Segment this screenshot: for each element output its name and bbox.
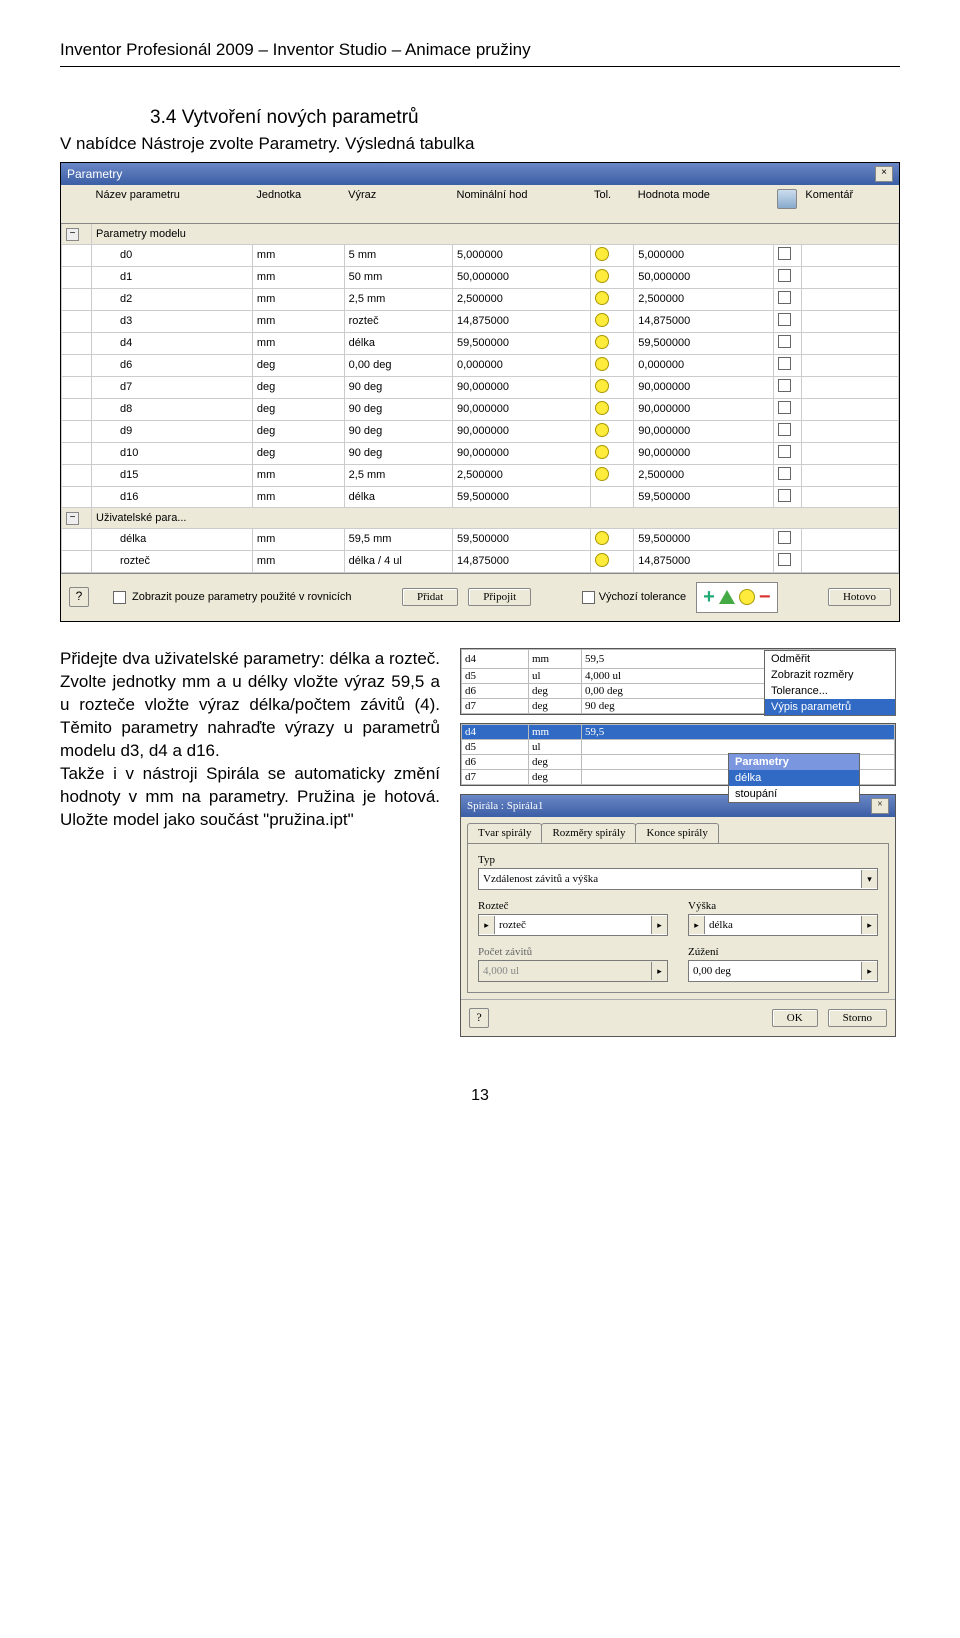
- taper-label: Zúžení: [688, 946, 878, 958]
- menu-item[interactable]: Odměřit: [765, 651, 895, 667]
- col-tol[interactable]: Tol.: [590, 185, 634, 224]
- parameters-submenu: Parametrydélkastoupání: [728, 753, 860, 803]
- table-row[interactable]: d1mm50 mm50,00000050,000000: [62, 266, 899, 288]
- turns-value: [479, 965, 651, 977]
- menu-item[interactable]: délka: [729, 770, 859, 786]
- chevron-down-icon[interactable]: ▾: [861, 870, 877, 888]
- spiral-title: Spirála : Spirála1: [467, 800, 543, 812]
- arrow-icon[interactable]: ▸: [689, 916, 705, 934]
- tab[interactable]: Konce spirály: [635, 823, 718, 843]
- table-row[interactable]: d8deg90 deg90,00000090,000000: [62, 398, 899, 420]
- page-number: 13: [60, 1087, 900, 1105]
- height-combo[interactable]: ▸ ▸: [688, 914, 878, 936]
- parameters-table: Název parametru Jednotka Výraz Nominální…: [61, 185, 899, 573]
- plus-icon[interactable]: +: [703, 586, 715, 609]
- pitch-value[interactable]: [495, 919, 651, 931]
- pitch-label: Rozteč: [478, 900, 668, 912]
- col-model[interactable]: Hodnota mode: [634, 185, 774, 224]
- spiral-tabs: Tvar spirályRozměry spirályKonce spirály: [461, 817, 895, 843]
- minus-icon[interactable]: −: [759, 586, 771, 609]
- table-row[interactable]: d0mm5 mm5,0000005,000000: [62, 244, 899, 266]
- close-icon[interactable]: ×: [871, 798, 889, 814]
- table-row[interactable]: d4mmdélka59,50000059,500000: [62, 332, 899, 354]
- menu-item[interactable]: Zobrazit rozměry: [765, 667, 895, 683]
- table-row[interactable]: d2mm2,5 mm2,5000002,500000: [62, 288, 899, 310]
- table-row[interactable]: roztečmmdélka / 4 ul14,87500014,875000: [62, 550, 899, 572]
- turns-label: Počet závitů: [478, 946, 668, 958]
- arrow-icon[interactable]: ▸: [861, 916, 877, 934]
- type-label: Typ: [478, 854, 878, 866]
- col-comment[interactable]: Komentář: [801, 185, 898, 224]
- help-icon[interactable]: ?: [469, 1008, 489, 1028]
- cancel-button[interactable]: Storno: [828, 1009, 887, 1027]
- table-row[interactable]: d6deg0,00 deg0,0000000,000000: [62, 354, 899, 376]
- tab[interactable]: Tvar spirály: [467, 823, 542, 843]
- table-row[interactable]: délkamm59,5 mm59,50000059,500000: [62, 528, 899, 550]
- turns-combo: ▸: [478, 960, 668, 982]
- table-row[interactable]: d10deg90 deg90,00000090,000000: [62, 442, 899, 464]
- arrow-icon[interactable]: ▸: [479, 916, 495, 934]
- table-row[interactable]: d3mmrozteč14,87500014,875000: [62, 310, 899, 332]
- height-value[interactable]: [705, 919, 861, 931]
- table-row[interactable]: d9deg90 deg90,00000090,000000: [62, 420, 899, 442]
- dialog-titlebar: Parametry ×: [61, 163, 899, 185]
- taper-value[interactable]: [689, 965, 861, 977]
- show-used-checkbox[interactable]: Zobrazit pouze parametry použité v rovni…: [113, 591, 352, 604]
- attach-button[interactable]: Připojit: [468, 588, 531, 606]
- close-icon[interactable]: ×: [875, 166, 893, 182]
- arrow-icon: ▸: [651, 962, 667, 980]
- submenu-title: Parametry: [729, 754, 859, 770]
- type-value[interactable]: [479, 873, 861, 885]
- spiral-dialog: Spirála : Spirála1 × Tvar spirályRozměry…: [460, 794, 896, 1037]
- table-section-row[interactable]: −Parametry modelu: [62, 223, 899, 244]
- context-menu: OdměřitZobrazit rozměryTolerance...Výpis…: [764, 650, 896, 716]
- page-header: Inventor Profesionál 2009 – Inventor Stu…: [60, 40, 900, 67]
- height-label: Výška: [688, 900, 878, 912]
- ok-button[interactable]: OK: [772, 1009, 818, 1027]
- menu-item[interactable]: Výpis parametrů: [765, 699, 895, 715]
- arrow-icon[interactable]: ▸: [861, 962, 877, 980]
- col-unit[interactable]: Jednotka: [252, 185, 344, 224]
- table-row[interactable]: d15mm2,5 mm2,5000002,500000: [62, 464, 899, 486]
- intro-text: V nabídce Nástroje zvolte Parametry. Výs…: [60, 133, 900, 156]
- table-section-row[interactable]: −Uživatelské para...: [62, 507, 899, 528]
- parameters-dialog: Parametry × Název parametru Jednotka Výr…: [60, 162, 900, 622]
- section-title: 3.4 Vytvoření nových parametrů: [150, 107, 900, 129]
- col-nominal[interactable]: Nominální hod: [453, 185, 591, 224]
- table-row[interactable]: d7deg90 deg90,00000090,000000: [62, 376, 899, 398]
- table-row[interactable]: d4mm59,5: [462, 724, 895, 739]
- triangle-icon[interactable]: [719, 590, 735, 604]
- taper-combo[interactable]: ▸: [688, 960, 878, 982]
- default-tolerance-label: Výchozí tolerance: [599, 591, 686, 603]
- col-name[interactable]: Název parametru: [92, 185, 253, 224]
- show-used-label: Zobrazit pouze parametry použité v rovni…: [132, 591, 352, 603]
- default-tolerance-checkbox[interactable]: Výchozí tolerance: [582, 591, 686, 604]
- tab[interactable]: Rozměry spirály: [541, 823, 636, 843]
- help-icon[interactable]: ?: [69, 587, 89, 607]
- add-button[interactable]: Přidat: [402, 588, 458, 606]
- dialog-title: Parametry: [67, 167, 122, 181]
- body-paragraph: Přidejte dva uživatelské para­metry: dél…: [60, 648, 440, 1037]
- pitch-combo[interactable]: ▸ ▸: [478, 914, 668, 936]
- tolerance-icons: + −: [696, 582, 777, 613]
- menu-item[interactable]: stoupání: [729, 786, 859, 802]
- type-combo[interactable]: ▾: [478, 868, 878, 890]
- done-button[interactable]: Hotovo: [828, 588, 891, 606]
- comment-header-icon[interactable]: [777, 189, 797, 209]
- menu-item[interactable]: Tolerance...: [765, 683, 895, 699]
- arrow-icon[interactable]: ▸: [651, 916, 667, 934]
- table-row[interactable]: d16mmdélka59,50000059,500000: [62, 486, 899, 507]
- col-expr[interactable]: Výraz: [344, 185, 452, 224]
- circle-icon[interactable]: [739, 589, 755, 605]
